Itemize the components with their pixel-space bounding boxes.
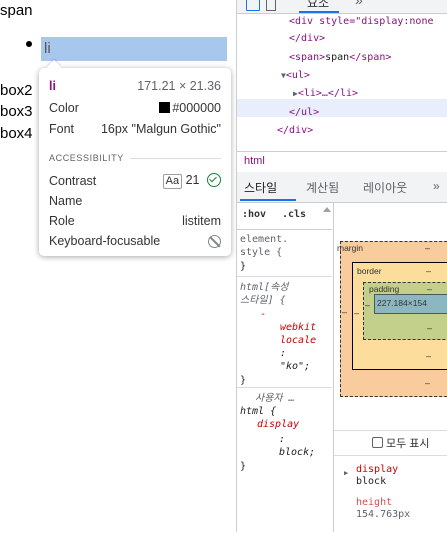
tooltip-font-label: Font: [49, 122, 75, 136]
tab-styles[interactable]: 스타일: [244, 179, 277, 196]
dom-tree: <div style="display:none </div> <span>sp…: [237, 14, 447, 146]
inspect-element-icon[interactable]: [246, 0, 260, 11]
dom-node[interactable]: </div>: [277, 123, 313, 139]
computed-prop-name[interactable]: display: [356, 464, 398, 476]
rule-dash: -: [260, 309, 267, 320]
contrast-value: 21: [185, 173, 200, 187]
scroll-up-icon[interactable]: [323, 207, 331, 212]
devtools-panel: 요소 » <div style="display:none </div> <sp…: [236, 0, 447, 532]
computed-prop-name[interactable]: height: [356, 497, 392, 509]
element-style-selector[interactable]: element.: [240, 234, 288, 246]
tooltip-name-label: Name: [49, 194, 83, 208]
css-colon: :: [280, 348, 287, 359]
css-property[interactable]: locale: [280, 335, 316, 347]
inspect-tooltip: li 171.21 × 21.36 Color #000000 Font 16p…: [39, 68, 231, 256]
tooltip-color-value: #000000: [172, 101, 221, 115]
tooltip-color-label: Color: [49, 101, 79, 115]
tooltip-tag: li: [49, 79, 56, 93]
sidebar-tabs: 스타일 계산됨 레이아웃 »: [237, 172, 447, 203]
tab-layout[interactable]: 레이아웃: [363, 179, 407, 196]
box-model-content[interactable]: 227.184×154: [374, 294, 447, 314]
computed-properties-list: ▶ display block height 154.763px: [334, 455, 447, 533]
box-text: box2: [0, 82, 33, 99]
css-colon: :: [279, 434, 286, 445]
tooltip-header: li 171.21 × 21.36: [49, 77, 221, 95]
styles-pane: :hov .cls element. style { } html[속성 스타일…: [237, 203, 334, 532]
devtools-toolbar: 요소 »: [237, 0, 447, 14]
tooltip-keyboard-label: Keyboard-focusable: [49, 234, 161, 248]
dom-node-li[interactable]: ▶<li>…</li>: [293, 86, 358, 102]
device-toolbar-icon[interactable]: [266, 0, 276, 11]
tooltip-size: 171.21 × 21.36: [137, 79, 221, 93]
more-tabs-button[interactable]: »: [433, 179, 440, 193]
dom-node[interactable]: <div style="display:none: [289, 14, 434, 30]
list-item-text: li: [44, 40, 51, 57]
page-preview: span li box2 box3 box4 li 171.21 × 21.36…: [0, 0, 236, 532]
accessibility-section-header: ACCESSIBILITY: [49, 151, 221, 165]
hov-toggle-button[interactable]: :hov: [242, 209, 266, 220]
tooltip-font-row: Font 16px "Malgun Gothic": [49, 120, 221, 138]
li-highlight-overlay: [41, 37, 227, 61]
tooltip-contrast-row: Contrast Aa 21: [49, 172, 221, 190]
tooltip-role-label: Role: [49, 214, 75, 228]
cls-toggle-button[interactable]: .cls: [282, 209, 306, 220]
css-property[interactable]: display: [257, 419, 299, 431]
box-model-border[interactable]: border – – – padding – – – 227.184×154: [352, 262, 447, 370]
tooltip-contrast-label: Contrast: [49, 174, 97, 188]
contrast-aa-badge: Aa: [162, 174, 183, 189]
box-text: box3: [0, 103, 33, 120]
element-style-selector[interactable]: style {: [240, 247, 282, 259]
box-model-diagram: margin – – – border – – – padding – – – …: [334, 203, 447, 423]
show-all-row: 모두 표시: [334, 430, 447, 453]
css-value[interactable]: "ko";: [280, 361, 310, 373]
tooltip-name-row: Name: [49, 192, 221, 210]
color-swatch-icon: [159, 102, 171, 113]
box-text: box4: [0, 125, 33, 142]
rule-selector[interactable]: html[속성: [240, 282, 289, 294]
computed-prop-value: 154.763px: [356, 509, 411, 520]
span-text: span: [0, 2, 33, 19]
rule-selector[interactable]: html {: [240, 406, 276, 418]
rule-source: 사용자 …: [255, 393, 295, 404]
css-value[interactable]: block;: [279, 447, 315, 459]
close-brace: }: [240, 375, 247, 386]
tooltip-keyboard-row: Keyboard-focusable: [49, 232, 221, 250]
box-model-padding[interactable]: padding – – – 227.184×154: [363, 282, 447, 340]
more-tabs-button[interactable]: »: [355, 0, 363, 8]
dom-node[interactable]: </div>: [289, 31, 325, 47]
tooltip-font-value: 16px "Malgun Gothic": [100, 122, 221, 136]
active-tab-indicator: [240, 199, 296, 201]
tooltip-role-value: listitem: [182, 214, 221, 228]
tooltip-color-row: Color #000000: [49, 99, 221, 117]
dom-node[interactable]: <span>span</span>: [289, 50, 391, 66]
expand-triangle-icon[interactable]: ▶: [344, 469, 348, 477]
styles-filter-bar: :hov .cls: [237, 203, 332, 230]
show-all-checkbox[interactable]: [372, 437, 383, 448]
css-property[interactable]: webkit: [280, 322, 316, 334]
tab-elements[interactable]: 요소: [307, 0, 329, 11]
tooltip-role-row: Role listitem: [49, 212, 221, 230]
close-brace: }: [240, 261, 247, 272]
dom-node[interactable]: </ul>: [289, 105, 319, 121]
breadcrumb-html[interactable]: html: [244, 155, 265, 167]
computed-prop-value: block: [356, 476, 387, 487]
list-bullet: [26, 41, 32, 47]
close-brace: }: [240, 461, 247, 472]
not-focusable-icon: [208, 234, 221, 248]
check-circle-icon: [207, 173, 221, 187]
show-all-label[interactable]: 모두 표시: [386, 435, 430, 451]
rule-selector[interactable]: 스타일] {: [240, 295, 286, 307]
active-tab-indicator: [299, 11, 339, 13]
tab-computed[interactable]: 계산됨: [306, 179, 339, 196]
dom-node-ul[interactable]: ▼<ul>: [281, 68, 310, 84]
breadcrumb: html: [237, 151, 447, 173]
box-model-margin[interactable]: margin – – – border – – – padding – – – …: [337, 241, 447, 397]
